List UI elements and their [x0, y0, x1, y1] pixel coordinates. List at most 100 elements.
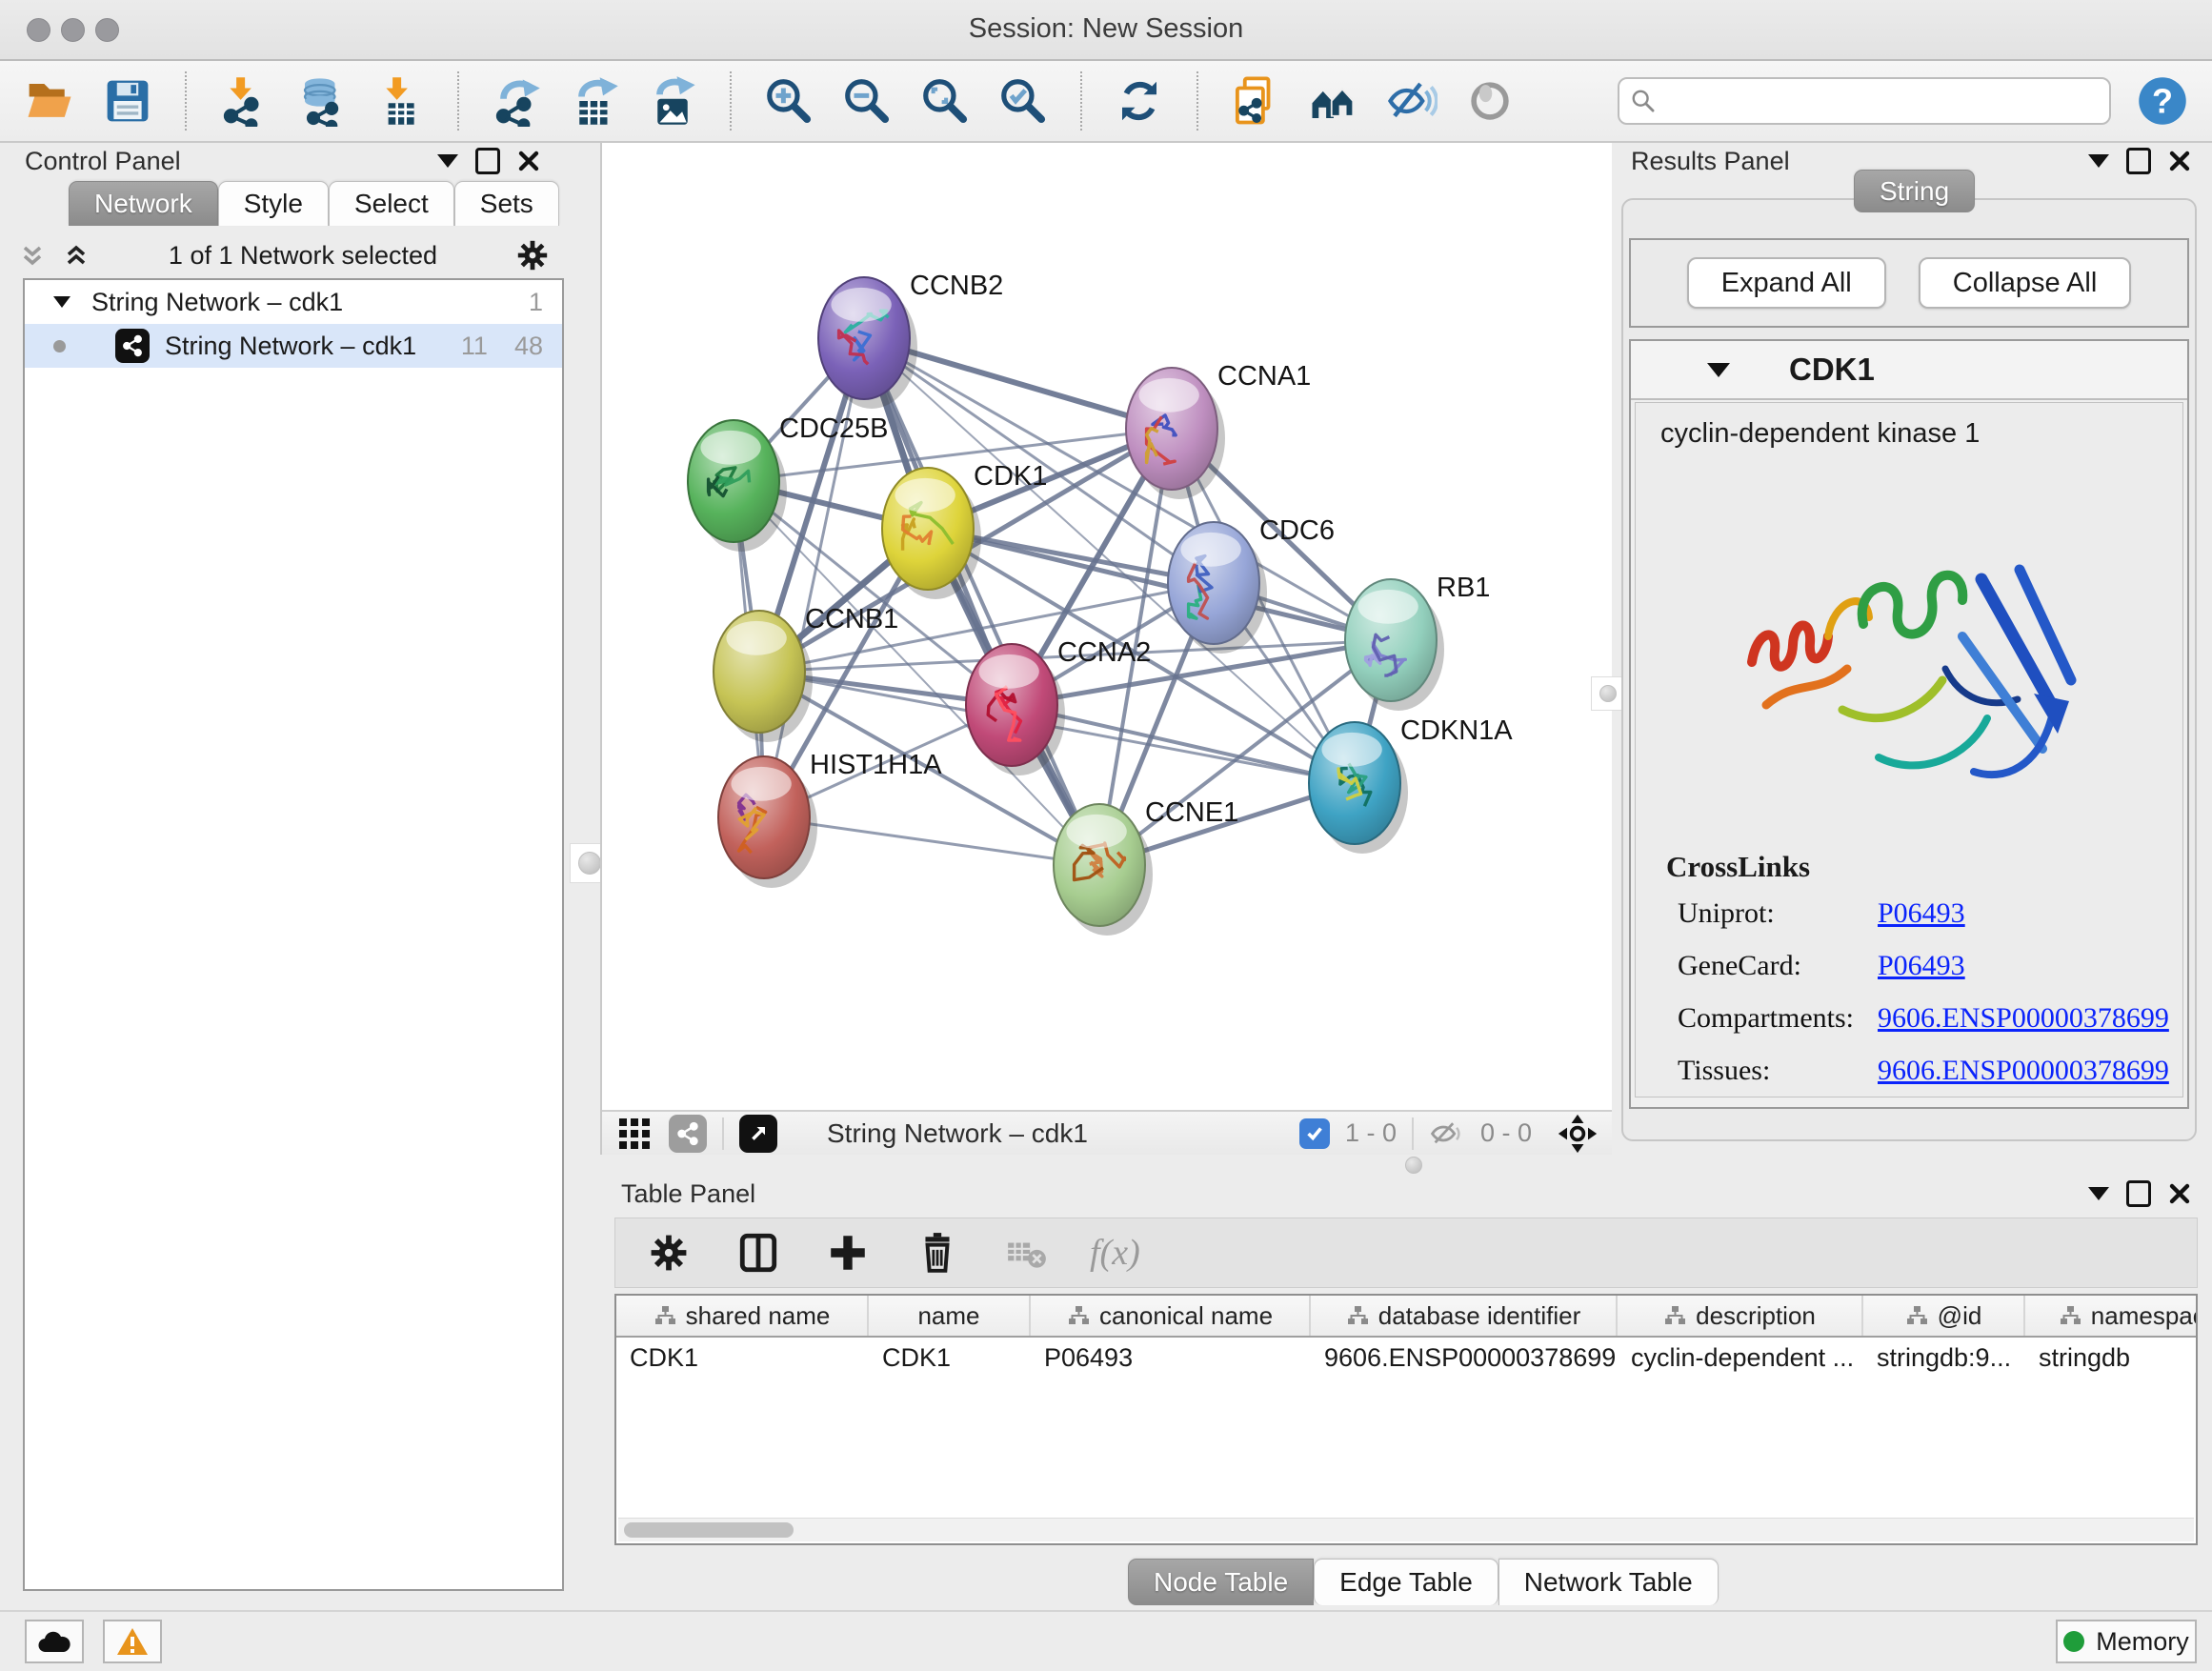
first-neighbors-icon[interactable]	[1307, 74, 1360, 128]
column-header--id[interactable]: @id	[1863, 1296, 2025, 1336]
network-node-CCNA2[interactable]: CCNA2	[966, 637, 1151, 775]
refresh-network-icon[interactable]	[1113, 74, 1166, 128]
network-node-CDKN1A[interactable]: CDKN1A	[1309, 715, 1513, 854]
network-node-CCNB1[interactable]: CCNB1	[714, 604, 898, 742]
network-collection-row[interactable]: String Network – cdk1 1	[25, 280, 562, 324]
open-session-icon[interactable]	[23, 74, 76, 128]
network-node-CCNB2[interactable]: CCNB2	[818, 271, 1003, 409]
scrollbar-thumb[interactable]	[624, 1522, 794, 1538]
float-panel-icon[interactable]	[475, 148, 500, 174]
gear-icon[interactable]	[514, 237, 551, 273]
cloud-status-button[interactable]	[25, 1620, 84, 1663]
column-header-name[interactable]: name	[869, 1296, 1031, 1336]
network-edge[interactable]	[764, 338, 864, 817]
crosslink-value-link[interactable]: P06493	[1878, 897, 1965, 930]
export-table-icon[interactable]	[568, 74, 621, 128]
close-panel-icon[interactable]	[517, 150, 540, 172]
node-label: CDC6	[1259, 515, 1335, 546]
crosslink-value-link[interactable]: 9606.ENSP00000378699	[1878, 1002, 2169, 1035]
panel-menu-icon[interactable]	[437, 154, 458, 168]
expand-all-icon[interactable]	[61, 240, 91, 271]
expand-all-button[interactable]: Expand All	[1687, 257, 1886, 309]
network-node-CDK1[interactable]: CDK1	[882, 461, 1047, 599]
warning-status-button[interactable]	[103, 1620, 162, 1663]
search-input[interactable]	[1663, 86, 2098, 117]
show-all-icon[interactable]	[1463, 74, 1517, 128]
column-header-shared-name[interactable]: shared name	[616, 1296, 869, 1336]
import-network-file-icon[interactable]	[217, 74, 271, 128]
tab-style[interactable]: Style	[218, 181, 329, 226]
network-row-selected[interactable]: String Network – cdk1 11 48	[25, 324, 562, 368]
tab-edge-table[interactable]: Edge Table	[1314, 1559, 1498, 1605]
float-panel-icon[interactable]	[2126, 148, 2151, 174]
import-network-database-icon[interactable]	[295, 74, 349, 128]
table-cell[interactable]: P06493	[1031, 1338, 1311, 1378]
network-share-icon[interactable]	[669, 1115, 707, 1153]
zoom-in-icon[interactable]	[762, 74, 815, 128]
show-columns-icon[interactable]	[732, 1226, 785, 1279]
column-header-namespace[interactable]: namespace	[2025, 1296, 2198, 1336]
import-table-file-icon[interactable]	[373, 74, 427, 128]
tab-network[interactable]: Network	[69, 181, 218, 226]
network-edge[interactable]	[864, 338, 1099, 865]
float-panel-icon[interactable]	[2126, 1180, 2151, 1207]
table-cell[interactable]: CDK1	[869, 1338, 1031, 1378]
node-label: RB1	[1437, 573, 1490, 603]
network-node-RB1[interactable]: RB1	[1345, 573, 1490, 711]
selected-indicator-checkbox[interactable]	[1299, 1118, 1330, 1149]
table-cell[interactable]: stringdb	[2025, 1338, 2198, 1378]
protein-structure-image	[1699, 467, 2119, 844]
collapse-all-icon[interactable]	[17, 240, 48, 271]
zoom-out-icon[interactable]	[840, 74, 894, 128]
table-horizontal-scrollbar[interactable]	[618, 1518, 2194, 1541]
network-node-HIST1H1A[interactable]: HIST1H1A	[718, 750, 942, 888]
network-node-CCNE1[interactable]: CCNE1	[1054, 797, 1238, 936]
export-image-icon[interactable]	[646, 74, 699, 128]
table-cell[interactable]: cyclin-dependent ...	[1618, 1338, 1863, 1378]
section-collapse-icon[interactable]	[1707, 363, 1730, 377]
gene-section-header[interactable]: CDK1	[1631, 341, 2187, 400]
network-canvas[interactable]: CCNB2 CCNA1 CDC25BCDK1 CDC6 RB1 CCNB1 CCNA2 CDK…	[602, 143, 1612, 1110]
collection-expand-icon[interactable]	[53, 296, 70, 308]
crosslink-value-link[interactable]: 9606.ENSP00000378699	[1878, 1055, 2169, 1087]
hide-selected-icon[interactable]	[1385, 74, 1438, 128]
network-node-CCNA1[interactable]: CCNA1	[1126, 361, 1311, 499]
panel-menu-icon[interactable]	[2088, 1187, 2109, 1200]
column-header-canonical-name[interactable]: canonical name	[1031, 1296, 1311, 1336]
crosslink-value-link[interactable]: P06493	[1878, 950, 1965, 982]
search-field[interactable]	[1618, 77, 2111, 125]
birds-eye-toggle-icon[interactable]	[1557, 1113, 1599, 1155]
detach-view-icon[interactable]	[739, 1115, 777, 1153]
network-node-CDC25B[interactable]: CDC25B	[688, 413, 888, 552]
zoom-selected-icon[interactable]	[996, 74, 1050, 128]
grid-view-icon[interactable]	[615, 1115, 654, 1153]
annotation-copy-icon[interactable]	[1229, 74, 1282, 128]
tab-string[interactable]: String	[1854, 170, 1975, 212]
delete-column-icon[interactable]	[911, 1226, 964, 1279]
collapse-all-button[interactable]: Collapse All	[1919, 257, 2132, 309]
table-cell[interactable]: stringdb:9...	[1863, 1338, 2025, 1378]
export-network-icon[interactable]	[490, 74, 543, 128]
node-label: CCNB1	[805, 604, 898, 634]
memory-button[interactable]: Memory	[2056, 1620, 2197, 1663]
save-session-icon[interactable]	[101, 74, 154, 128]
table-cell[interactable]: CDK1	[616, 1338, 869, 1378]
horizontal-splitter[interactable]	[600, 1155, 2212, 1174]
panel-menu-icon[interactable]	[2088, 154, 2109, 168]
column-header-description[interactable]: description	[1618, 1296, 1863, 1336]
tab-network-table[interactable]: Network Table	[1498, 1559, 1719, 1605]
table-cell[interactable]: 9606.ENSP00000378699	[1311, 1338, 1618, 1378]
close-panel-icon[interactable]	[2168, 1182, 2191, 1205]
table-options-gear-icon[interactable]	[642, 1226, 695, 1279]
tab-select[interactable]: Select	[329, 181, 454, 226]
column-header-database-identifier[interactable]: database identifier	[1311, 1296, 1618, 1336]
crosslink-row: GeneCard:P06493	[1678, 950, 2182, 982]
tab-sets[interactable]: Sets	[454, 181, 559, 226]
help-icon[interactable]: ?	[2136, 74, 2189, 128]
node-label: CCNA1	[1217, 361, 1311, 392]
network-node-CDC6[interactable]: CDC6	[1168, 515, 1335, 654]
close-panel-icon[interactable]	[2168, 150, 2191, 172]
create-column-icon[interactable]	[821, 1226, 875, 1279]
zoom-fit-icon[interactable]	[918, 74, 972, 128]
tab-node-table[interactable]: Node Table	[1128, 1559, 1314, 1605]
